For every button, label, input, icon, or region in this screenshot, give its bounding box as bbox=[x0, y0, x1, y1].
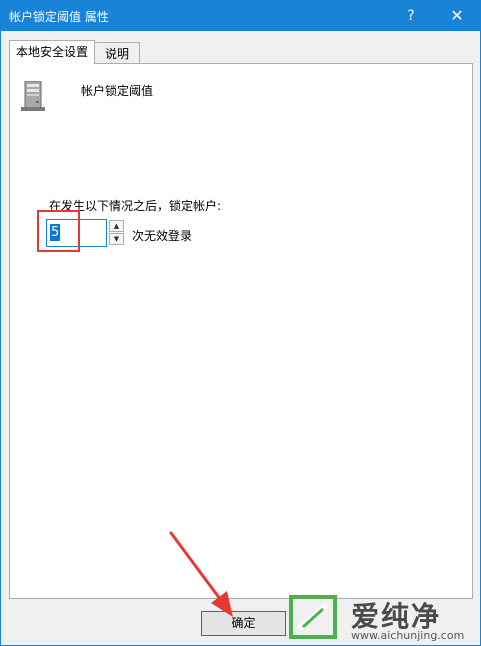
window-title: 帐户锁定阈值 属性 bbox=[9, 10, 109, 24]
tab-panel bbox=[9, 63, 473, 599]
highlight-box bbox=[37, 210, 80, 252]
watermark: 爱纯净 www.aichunjing.com bbox=[289, 591, 475, 643]
tab-local-security-setting[interactable]: 本地安全设置 bbox=[9, 40, 95, 64]
properties-dialog: 帐户锁定阈值 属性 ? ✕ 本地安全设置 说明 帐户锁定阈值 在发生以下情况之后… bbox=[0, 0, 481, 646]
watermark-url: www.aichunjing.com bbox=[351, 629, 465, 642]
annotation-arrow bbox=[169, 531, 233, 617]
tab-explain[interactable]: 说明 bbox=[94, 42, 140, 64]
title-bar[interactable]: 帐户锁定阈值 属性 ? ✕ bbox=[1, 1, 480, 31]
close-button[interactable]: ✕ bbox=[434, 1, 480, 31]
spin-down-button[interactable]: ▼ bbox=[109, 233, 124, 245]
invalid-logon-unit: 次无效登录 bbox=[132, 229, 193, 243]
policy-name: 帐户锁定阈值 bbox=[81, 84, 154, 98]
watermark-logo-icon bbox=[289, 595, 337, 639]
help-button[interactable]: ? bbox=[388, 1, 434, 31]
spin-up-button[interactable]: ▲ bbox=[109, 220, 124, 232]
server-icon bbox=[21, 81, 45, 111]
